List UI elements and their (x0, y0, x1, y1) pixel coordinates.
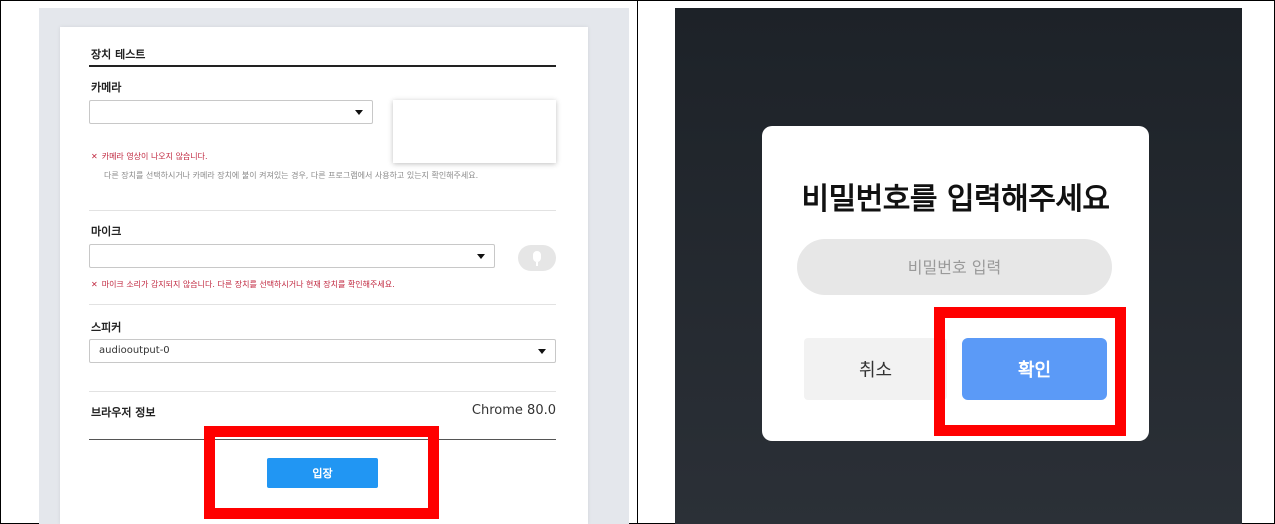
mic-select[interactable] (89, 244, 495, 268)
camera-error: ✕ 카메라 영상이 나오지 않습니다. (91, 151, 208, 162)
mic-error-text: 마이크 소리가 감지되지 않습니다. 다른 장치를 선택하시거나 현재 장치를 … (101, 280, 395, 289)
chevron-down-icon (477, 254, 485, 259)
camera-help-text: 다른 장치를 선택하시거나 카메라 장치에 불이 켜져있는 경우, 다른 프로그… (104, 171, 479, 180)
highlight-box-enter (204, 426, 439, 519)
password-dialog-title: 비밀번호를 입력해주세요 (801, 182, 1110, 217)
microphone-stand-icon (536, 262, 538, 266)
camera-select[interactable] (89, 100, 373, 124)
error-x-icon: ✕ (91, 152, 98, 161)
divider (89, 391, 556, 392)
mic-label: 마이크 (91, 225, 122, 238)
speaker-select[interactable]: audiooutput-0 (89, 339, 556, 363)
mic-test-button[interactable] (518, 245, 556, 271)
speaker-select-value: audiooutput-0 (99, 345, 170, 356)
browser-info-value: Chrome 80.0 (471, 403, 556, 418)
camera-error-text: 카메라 영상이 나오지 않습니다. (101, 152, 208, 161)
camera-preview (393, 100, 556, 163)
microphone-icon (533, 251, 541, 262)
mic-error: ✕ 마이크 소리가 감지되지 않습니다. 다른 장치를 선택하시거나 현재 장치를… (91, 279, 395, 290)
cancel-button[interactable]: 취소 (804, 338, 947, 400)
speaker-label: 스피커 (91, 321, 122, 334)
device-test-title: 장치 테스트 (91, 48, 146, 61)
browser-info-label: 브라우저 정보 (91, 406, 156, 419)
camera-label: 카메라 (91, 81, 122, 94)
highlight-box-confirm (934, 307, 1126, 436)
error-x-icon: ✕ (91, 280, 98, 289)
chevron-down-icon (355, 110, 363, 115)
divider (89, 304, 556, 305)
password-input[interactable] (797, 239, 1112, 295)
divider (89, 210, 556, 211)
table-divider (637, 0, 638, 524)
chevron-down-icon (538, 349, 546, 354)
title-divider (89, 65, 556, 67)
